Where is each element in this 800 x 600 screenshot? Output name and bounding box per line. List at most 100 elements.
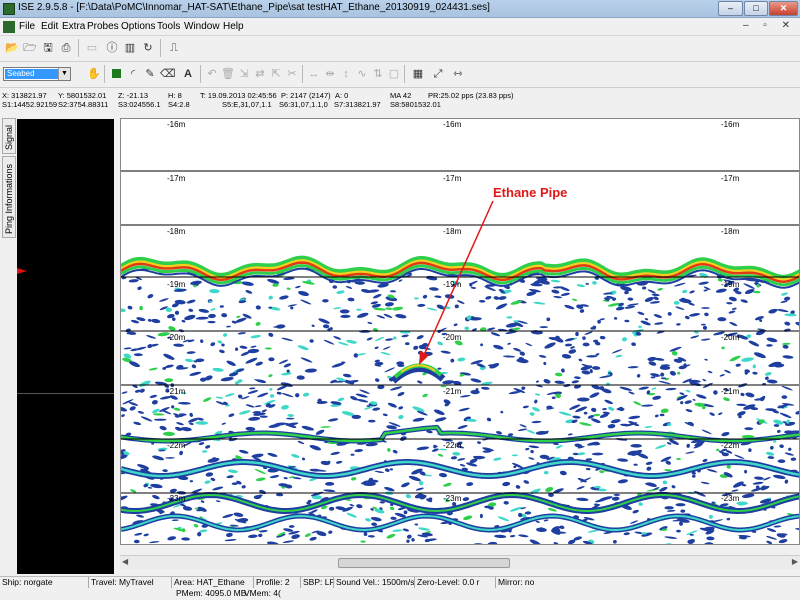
echo-speckle <box>335 460 343 464</box>
echogram-svg[interactable]: -16m -16m -16m -17m -17m -17m -18m -18m … <box>121 119 800 545</box>
menu-edit[interactable]: Edit <box>41 21 58 32</box>
echo-speckle <box>291 534 300 539</box>
echo-speckle <box>278 359 289 364</box>
depth-label: -19m <box>721 280 740 289</box>
pencil-icon[interactable]: ✎ <box>142 66 158 82</box>
menu-probes[interactable]: Probes <box>87 21 119 32</box>
echo-speckle <box>245 290 253 294</box>
scroll-left-icon[interactable]: ◀ <box>122 557 128 566</box>
echogram-plot[interactable]: -16m -16m -16m -17m -17m -17m -18m -18m … <box>120 118 800 545</box>
echo-speckle <box>481 386 490 390</box>
echo-speckle <box>387 448 391 452</box>
seabed-marker <box>17 268 27 274</box>
text-icon[interactable]: A <box>180 66 196 82</box>
menu-options[interactable]: Options <box>121 21 155 32</box>
signal-icon[interactable]: ⎍ <box>166 40 182 56</box>
echo-speckle <box>350 453 355 456</box>
open-file-icon[interactable]: 🗁 <box>22 40 38 56</box>
save-icon[interactable]: 🖫 <box>40 40 56 56</box>
horizontal-scrollbar[interactable]: ◀ ▶ <box>120 555 800 569</box>
echo-speckle <box>522 405 529 409</box>
echo-speckle <box>723 397 730 402</box>
depth-label: -16m <box>167 120 186 129</box>
color-palette-icon[interactable]: ▥ <box>122 40 138 56</box>
depth-label: -23m <box>721 494 740 503</box>
echo-speckle <box>741 493 755 499</box>
menu-tools[interactable]: Tools <box>157 21 180 32</box>
print-icon[interactable]: ⎙ <box>58 40 74 56</box>
echo-speckle <box>602 411 610 415</box>
menu-help[interactable]: Help <box>223 21 244 32</box>
echo-speckle <box>543 361 547 366</box>
echo-speckle <box>544 342 556 349</box>
echo-speckle <box>696 394 707 399</box>
echo-speckle <box>434 417 447 422</box>
echo-speckle <box>322 299 329 303</box>
echo-speckle <box>707 370 713 374</box>
box-icon: ▢ <box>388 68 400 80</box>
eraser-icon[interactable]: ⌫ <box>159 66 176 82</box>
echo-speckle <box>323 489 336 493</box>
echo-speckle <box>224 539 237 542</box>
echo-speckle <box>268 295 273 300</box>
info-time: T: 19.09.2013 02:45:56 <box>200 91 277 100</box>
echo-speckle <box>567 433 573 436</box>
echo-speckle <box>778 539 788 544</box>
curve-icon[interactable]: ◜ <box>125 66 141 82</box>
hand-icon[interactable]: ✋ <box>86 66 102 82</box>
echo-speckle <box>589 392 600 398</box>
menu-file[interactable]: File <box>19 21 35 32</box>
info-y: Y: 5801532.01 <box>58 91 107 100</box>
echo-speckle <box>782 355 794 359</box>
echo-speckle <box>292 477 302 480</box>
echo-speckle <box>318 318 330 324</box>
echo-speckle <box>437 367 442 370</box>
echo-speckle <box>205 472 214 477</box>
refresh-icon[interactable]: ↻ <box>140 40 156 56</box>
info-icon[interactable]: ⓘ <box>104 40 120 56</box>
minimize-button[interactable]: – <box>718 1 743 16</box>
layer-select[interactable]: Seabed ▼ <box>3 67 71 81</box>
zoom-width-icon[interactable]: ⇿ <box>450 66 466 82</box>
echo-speckle <box>694 330 699 334</box>
echo-speckle <box>701 307 710 309</box>
echo-speckle <box>517 428 528 432</box>
echo-speckle <box>754 476 764 480</box>
echo-speckle <box>748 448 752 452</box>
echo-speckle <box>506 316 513 319</box>
echo-speckle <box>353 353 359 358</box>
scroll-thumb[interactable] <box>338 558 510 568</box>
grid-icon[interactable]: ▦ <box>410 66 426 82</box>
echo-speckle <box>529 488 541 495</box>
scroll-right-icon[interactable]: ▶ <box>792 557 798 566</box>
echo-speckle <box>790 457 797 461</box>
open-folder-icon[interactable]: 📂 <box>4 40 20 56</box>
echo-speckle <box>337 397 345 402</box>
echo-speckle <box>608 406 615 411</box>
zoom-fit-icon[interactable]: ⤢ <box>430 66 446 82</box>
document-icon[interactable] <box>3 21 15 33</box>
color-square-icon[interactable] <box>108 66 124 82</box>
echo-speckle <box>295 393 300 398</box>
echo-speckle <box>515 485 521 489</box>
echo-speckle <box>171 519 179 522</box>
mdi-window-buttons[interactable]: – ▫ ✕ <box>743 20 796 31</box>
echo-speckle <box>529 412 535 416</box>
chevron-down-icon[interactable]: ▼ <box>58 68 70 80</box>
menu-extra[interactable]: Extra <box>62 21 85 32</box>
tab-signal[interactable]: Signal <box>2 118 16 154</box>
main-toolbar: 📂 🗁 🖫 ⎙ ▭ ⓘ ▥ ↻ ⎍ <box>0 36 800 62</box>
menu-window[interactable]: Window <box>184 21 220 32</box>
close-button[interactable]: ✕ <box>769 1 798 16</box>
echo-speckle <box>128 279 139 283</box>
echo-speckle <box>578 358 583 362</box>
echo-speckle <box>731 489 739 492</box>
depth-label: -19m <box>167 280 186 289</box>
tab-ping-informations[interactable]: Ping Informations <box>2 156 16 238</box>
echo-speckle <box>457 458 466 461</box>
echo-speckle <box>649 301 661 304</box>
echo-speckle <box>718 412 723 415</box>
maximize-button[interactable]: □ <box>744 1 768 16</box>
echo-speckle <box>479 299 486 303</box>
depth-label: -21m <box>167 387 186 396</box>
